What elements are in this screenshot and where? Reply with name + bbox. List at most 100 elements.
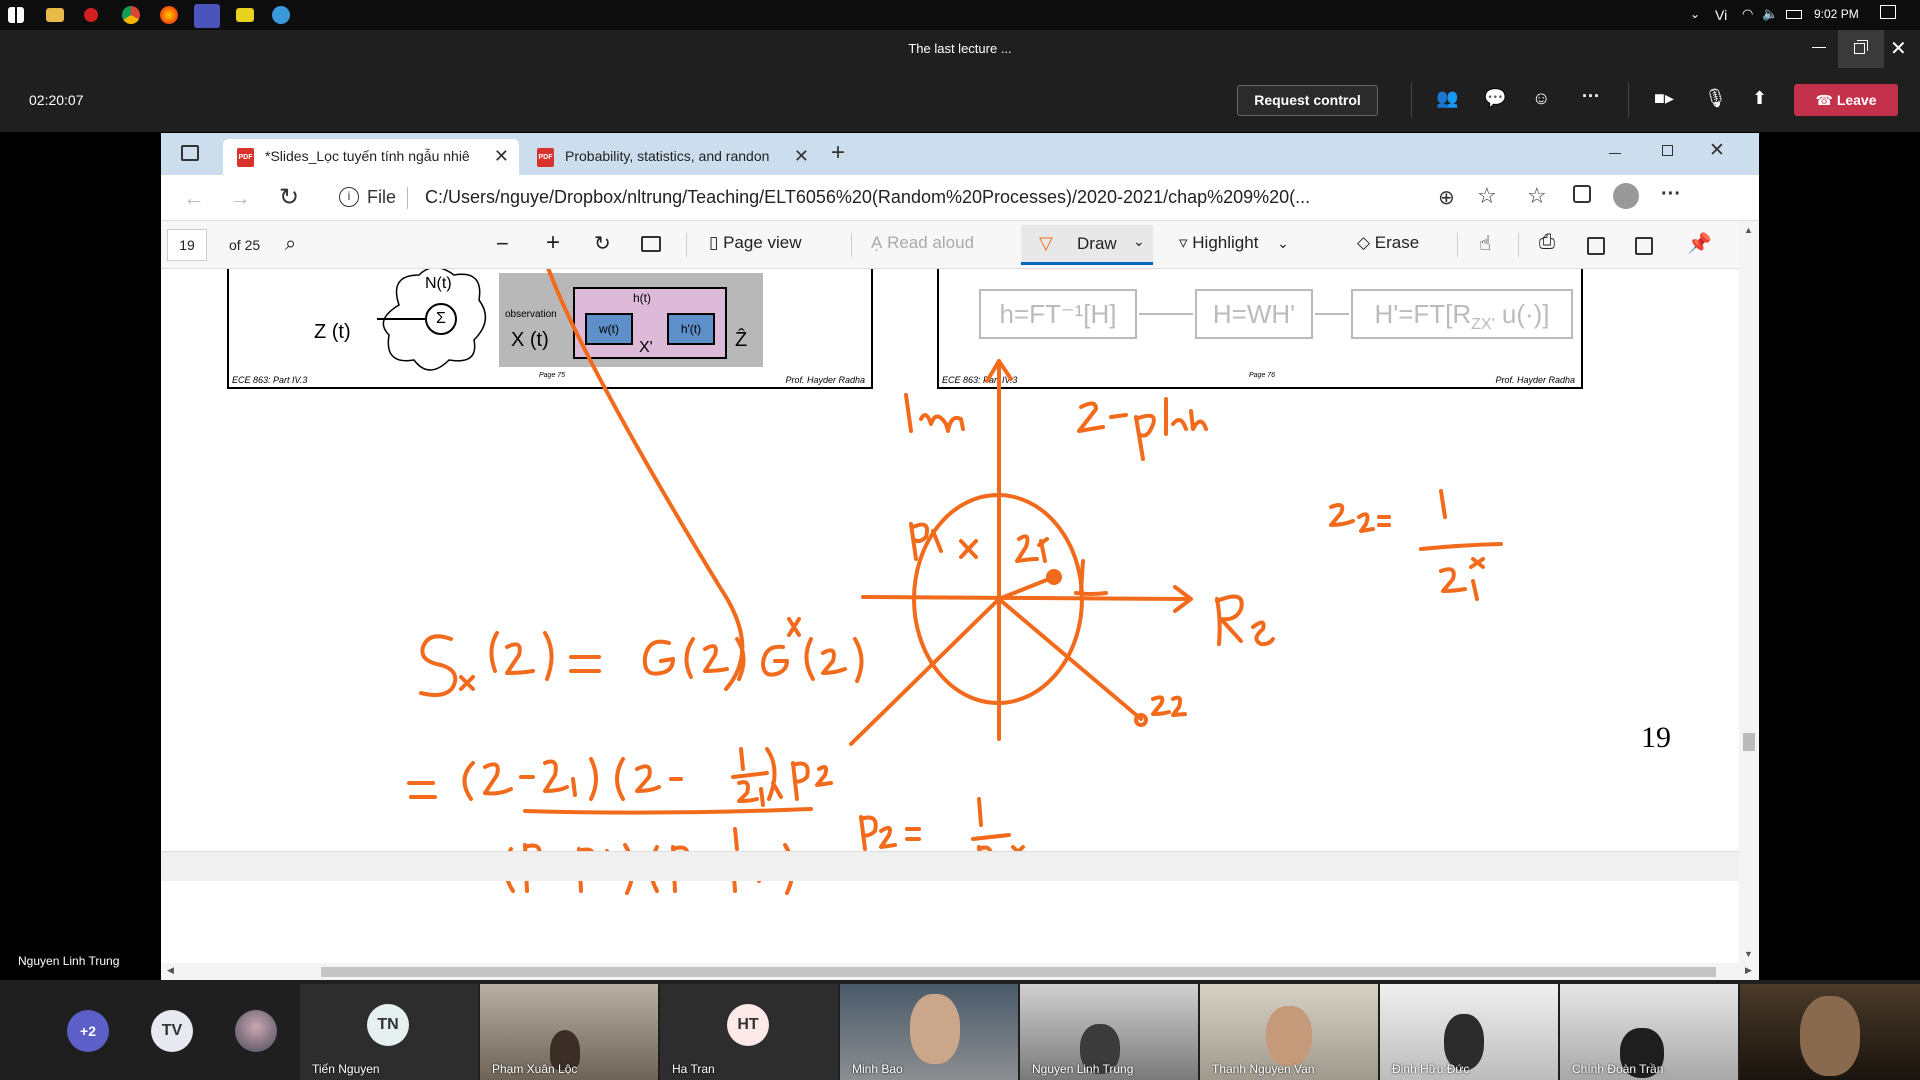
participants-icon[interactable]: 👥 bbox=[1436, 88, 1458, 109]
highlight-button[interactable]: ▿ Highlight ⌄ bbox=[1179, 233, 1289, 253]
draw-label: Draw bbox=[1077, 234, 1117, 253]
close-icon[interactable]: ✕ bbox=[1890, 36, 1907, 61]
firefox-icon[interactable] bbox=[160, 6, 178, 24]
app-icon[interactable] bbox=[84, 8, 98, 22]
url-text: C:/Users/nguye/Dropbox/nltrung/Teaching/… bbox=[425, 187, 1311, 207]
draw-button[interactable]: ▽ Draw ⌄ bbox=[1021, 225, 1153, 265]
clock-time[interactable]: 9:02 PM bbox=[1814, 7, 1859, 21]
touch-icon[interactable]: ☝ bbox=[1479, 231, 1491, 256]
url-field[interactable]: i File C:/Users/nguye/Dropbox/nltrung/Te… bbox=[331, 179, 1621, 217]
settings-more-icon[interactable]: ··· bbox=[1661, 183, 1681, 206]
battery-icon[interactable] bbox=[1786, 10, 1802, 19]
new-tab-icon[interactable]: + bbox=[831, 139, 845, 167]
chevron-down-icon[interactable]: ⌄ bbox=[1277, 235, 1289, 251]
ink-radius bbox=[997, 575, 1056, 601]
favorites-icon[interactable]: ☆ bbox=[1527, 183, 1547, 209]
tab-actions-icon[interactable] bbox=[181, 145, 199, 161]
self-video-tile[interactable] bbox=[1740, 984, 1920, 1080]
notification-icon[interactable] bbox=[1880, 5, 1896, 19]
favorite-icon[interactable]: ☆ bbox=[1477, 183, 1497, 209]
minimize-icon[interactable] bbox=[1609, 153, 1621, 154]
zoom-icon[interactable]: ⊕ bbox=[1438, 185, 1455, 210]
minimize-icon[interactable] bbox=[1812, 47, 1826, 48]
scroll-left-icon[interactable]: ◀ bbox=[167, 965, 174, 976]
back-icon[interactable]: ← bbox=[183, 185, 205, 211]
scroll-right-icon[interactable]: ▶ bbox=[1745, 965, 1752, 976]
profile-icon[interactable] bbox=[1613, 183, 1639, 209]
close-icon[interactable]: ✕ bbox=[1709, 139, 1725, 162]
fit-page-icon[interactable] bbox=[641, 236, 661, 252]
volume-icon[interactable]: 🔈 bbox=[1762, 6, 1778, 22]
page-bottom-separator bbox=[161, 851, 1739, 881]
request-control-button[interactable]: Request control bbox=[1237, 85, 1378, 116]
collections-icon[interactable] bbox=[1573, 185, 1591, 203]
tab-bar: PDF *Slides_Lọc tuyến tính ngẫu nhiê ✕ P… bbox=[161, 133, 1759, 175]
search-icon[interactable]: ⌕ bbox=[285, 233, 296, 256]
erase-button[interactable]: ◇ Erase bbox=[1357, 233, 1419, 253]
wifi-icon[interactable]: ◠ bbox=[1742, 6, 1753, 22]
page-view-button[interactable]: ▯ Page view bbox=[709, 233, 802, 253]
avatar-tn: TN bbox=[367, 1004, 409, 1046]
rotate-icon[interactable]: ↻ bbox=[594, 231, 611, 256]
maximize-icon[interactable] bbox=[1662, 145, 1673, 156]
page-total: of 25 bbox=[229, 237, 261, 253]
video-feed bbox=[910, 994, 960, 1064]
reactions-icon[interactable]: ☺ bbox=[1532, 88, 1550, 109]
chevron-down-icon[interactable]: ⌄ bbox=[1133, 233, 1145, 250]
leave-button[interactable]: ☎ Leave bbox=[1794, 84, 1898, 116]
chrome-icon[interactable] bbox=[122, 6, 140, 24]
chat-icon[interactable]: 💬 bbox=[1484, 88, 1506, 109]
horizontal-scrollbar[interactable]: ◀ ▶ bbox=[161, 963, 1759, 981]
app-icon-2[interactable] bbox=[236, 8, 254, 22]
pen-icon: ▽ bbox=[1039, 233, 1053, 253]
participants-strip: +2 TV TN Tiến Nguyen Phạm Xuân Lộc HT Ha… bbox=[0, 980, 1920, 1080]
tab-label: Probability, statistics, and randon bbox=[565, 148, 770, 164]
participant-tile[interactable]: Đinh Hữu Đức bbox=[1380, 984, 1558, 1080]
highlighter-icon: ▿ bbox=[1179, 233, 1193, 252]
close-tab-icon[interactable]: ✕ bbox=[494, 139, 509, 173]
participant-tile[interactable]: Phạm Xuân Lộc bbox=[480, 984, 658, 1080]
more-options-icon[interactable]: ··· bbox=[1582, 86, 1600, 107]
teams-icon[interactable] bbox=[194, 4, 220, 28]
participant-tile[interactable]: Minh Bao bbox=[840, 984, 1018, 1080]
vertical-scrollbar[interactable]: ▲ ▼ bbox=[1739, 221, 1759, 963]
participant-name: Thanh Nguyen Van bbox=[1212, 1062, 1315, 1076]
share-screen-icon[interactable]: ⬆ bbox=[1752, 88, 1767, 109]
avatar-photo[interactable] bbox=[235, 1010, 277, 1052]
participant-tile[interactable]: Chính Đoàn Trần bbox=[1560, 984, 1738, 1080]
mic-off-icon[interactable]: 🎙 bbox=[1704, 88, 1727, 109]
scroll-down-icon[interactable]: ▼ bbox=[1744, 949, 1753, 959]
hscroll-thumb[interactable] bbox=[321, 967, 1716, 977]
save-as-icon[interactable] bbox=[1635, 237, 1653, 255]
participant-tile[interactable]: TN Tiến Nguyen bbox=[300, 984, 478, 1080]
page-number-input[interactable]: 19 bbox=[167, 229, 207, 261]
more-participants-button[interactable]: +2 bbox=[67, 1010, 109, 1052]
read-aloud-button[interactable]: A᷊ Read aloud bbox=[871, 233, 974, 253]
zoom-out-icon[interactable]: − bbox=[496, 231, 509, 257]
ink-p2-label bbox=[791, 761, 833, 801]
tab-slides[interactable]: PDF *Slides_Lọc tuyến tính ngẫu nhiê ✕ bbox=[223, 139, 519, 175]
participant-tile[interactable]: Nguyen Linh Trung bbox=[1020, 984, 1198, 1080]
chevron-up-icon[interactable]: ⌄ bbox=[1690, 7, 1700, 21]
app-icon-3[interactable] bbox=[272, 6, 290, 24]
forward-icon[interactable]: → bbox=[229, 185, 251, 211]
print-icon[interactable]: ⎙ bbox=[1539, 231, 1555, 254]
shared-browser-window: PDF *Slides_Lọc tuyến tính ngẫu nhiê ✕ P… bbox=[161, 133, 1759, 981]
participant-tile[interactable]: HT Ha Tran bbox=[660, 984, 838, 1080]
close-tab-icon[interactable]: ✕ bbox=[794, 139, 809, 173]
zoom-in-icon[interactable]: + bbox=[546, 229, 560, 257]
participant-tile[interactable]: Thanh Nguyen Van bbox=[1200, 984, 1378, 1080]
scroll-up-icon[interactable]: ▲ bbox=[1744, 225, 1753, 235]
pin-icon[interactable]: 📌 bbox=[1687, 231, 1712, 256]
camera-icon[interactable]: ■▸ bbox=[1654, 88, 1674, 109]
avatar-tv[interactable]: TV bbox=[151, 1010, 193, 1052]
refresh-icon[interactable]: ↻ bbox=[279, 183, 299, 212]
file-label: File bbox=[367, 187, 397, 207]
restore-icon[interactable] bbox=[1838, 30, 1884, 68]
start-icon[interactable] bbox=[8, 7, 24, 23]
save-icon[interactable] bbox=[1587, 237, 1605, 255]
tab-probability[interactable]: PDF Probability, statistics, and randon … bbox=[523, 139, 819, 175]
language-indicator[interactable]: Vi bbox=[1715, 7, 1727, 23]
scroll-thumb[interactable] bbox=[1743, 733, 1755, 751]
file-explorer-icon[interactable] bbox=[46, 8, 64, 22]
